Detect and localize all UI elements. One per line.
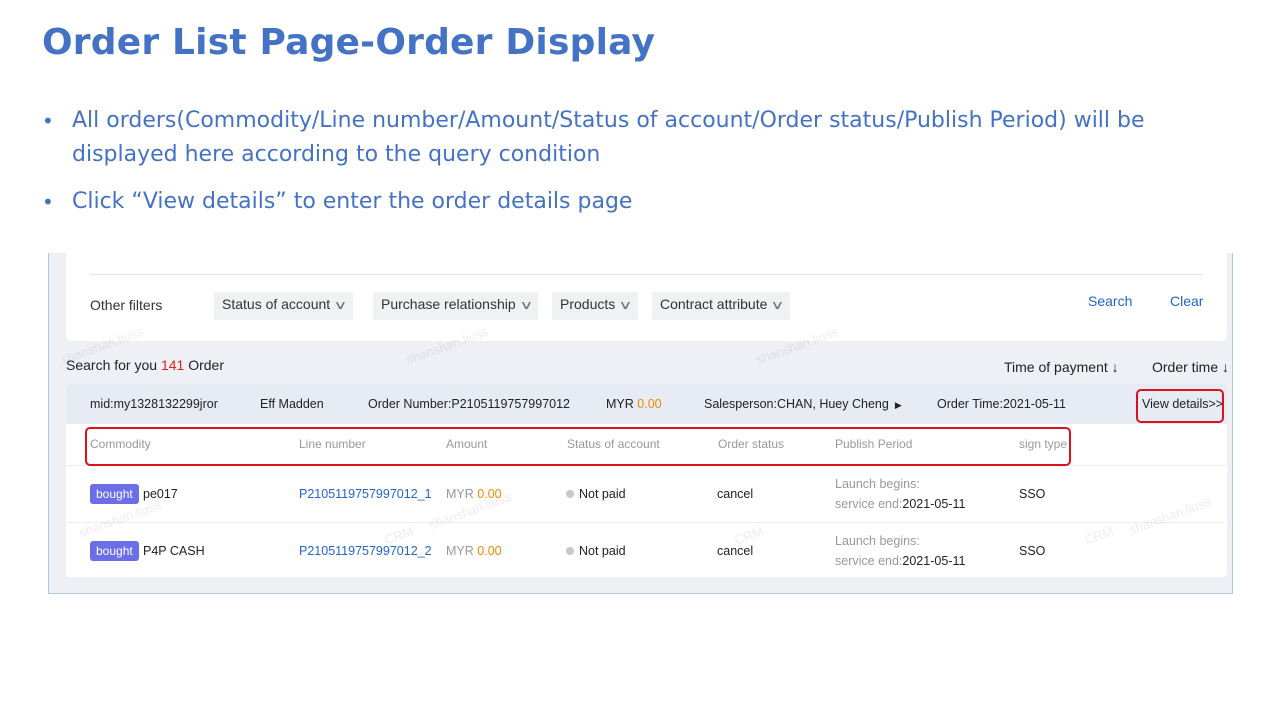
other-filters-label: Other filters (90, 297, 163, 313)
account-status: Not paid (566, 487, 626, 501)
bullet-item: • All orders(Commodity/Line number/Amoun… (42, 104, 1242, 172)
line-number-link[interactable]: P2105119757997012_1 (299, 487, 432, 501)
currency: MYR (606, 397, 634, 411)
filter-panel: Other filters Status of account ∨ Purchas… (66, 253, 1227, 341)
result-prefix: Search for you (66, 357, 158, 373)
order-amount: MYR 0.00 (606, 397, 662, 411)
line-amount: MYR 0.00 (446, 544, 502, 558)
publish-period: Launch begins: service end:2021-05-11 (835, 531, 965, 571)
service-end-date: 2021-05-11 (902, 554, 966, 568)
order-list-screenshot: Other filters Status of account ∨ Purchas… (48, 253, 1233, 594)
result-suffix: Order (188, 357, 224, 373)
search-button[interactable]: Search (1088, 293, 1132, 309)
salesperson-text: Salesperson:CHAN, Huey Cheng (704, 397, 889, 411)
sort-by-order-time[interactable]: Order time ↓ (1152, 359, 1229, 375)
result-count: Search for you 141 Order (66, 357, 224, 373)
account-status-text: Not paid (579, 487, 626, 501)
chevron-down-icon: ∨ (770, 298, 785, 312)
status-dot-icon (566, 547, 574, 555)
clear-button[interactable]: Clear (1170, 293, 1203, 309)
order-mid: mid:my1328132299jror (90, 397, 218, 411)
table-row: bought pe017 P2105119757997012_1 MYR 0.0… (66, 466, 1227, 523)
publish-period: Launch begins: service end:2021-05-11 (835, 474, 965, 514)
launch-begins-label: Launch begins: (835, 534, 920, 548)
dropdown-label: Purchase relationship (381, 296, 516, 312)
salesperson[interactable]: Salesperson:CHAN, Huey Cheng ▶ (704, 397, 902, 411)
status-of-account-dropdown[interactable]: Status of account ∨ (214, 292, 353, 320)
order-time: Order Time:2021-05-11 (937, 397, 1066, 411)
bought-badge: bought (90, 484, 139, 504)
account-status: Not paid (566, 544, 626, 558)
order-customer: Eff Madden (260, 397, 324, 411)
table-row: bought P4P CASH P2105119757997012_2 MYR … (66, 523, 1227, 577)
sign-type: SSO (1019, 544, 1046, 558)
order-card: mid:my1328132299jror Eff Madden Order Nu… (66, 384, 1227, 577)
result-count-number: 141 (160, 357, 185, 373)
chevron-down-icon: ∨ (618, 298, 633, 312)
amount-value: 0.00 (637, 397, 662, 411)
launch-begins-label: Launch begins: (835, 477, 920, 491)
service-end-date: 2021-05-11 (902, 497, 966, 511)
amount-value: 0.00 (477, 544, 502, 558)
status-dot-icon (566, 490, 574, 498)
dropdown-label: Status of account (222, 296, 331, 312)
bullet-dot-icon: • (42, 190, 54, 214)
dropdown-label: Products (560, 296, 616, 312)
slide-title: Order List Page-Order Display (42, 22, 656, 63)
amount-value: 0.00 (477, 487, 502, 501)
chevron-down-icon: ∨ (519, 298, 534, 312)
purchase-relationship-dropdown[interactable]: Purchase relationship ∨ (373, 292, 539, 320)
dropdown-label: Contract attribute (660, 296, 768, 312)
service-end-label: service end: (835, 554, 903, 568)
bullet-item: • Click “View details” to enter the orde… (42, 185, 1242, 219)
commodity-name: P4P CASH (143, 544, 205, 558)
caret-right-icon: ▶ (894, 400, 902, 410)
sort-by-payment-time[interactable]: Time of payment ↓ (1004, 359, 1119, 375)
order-status: cancel (717, 487, 754, 501)
account-status-text: Not paid (579, 544, 626, 558)
order-status: cancel (717, 544, 754, 558)
contract-attribute-dropdown[interactable]: Contract attribute ∨ (652, 292, 791, 320)
commodity-name: pe017 (143, 487, 178, 501)
order-header: mid:my1328132299jror Eff Madden Order Nu… (66, 384, 1227, 424)
filter-separator (90, 274, 1203, 275)
currency: MYR (446, 544, 474, 558)
chevron-down-icon: ∨ (333, 298, 348, 312)
currency: MYR (446, 487, 474, 501)
bullet-dot-icon: • (42, 109, 54, 133)
columns-highlight (85, 427, 1071, 466)
bullet-text: Click “View details” to enter the order … (72, 189, 633, 214)
bullet-list: • All orders(Commodity/Line number/Amoun… (42, 104, 1242, 232)
products-dropdown[interactable]: Products ∨ (552, 292, 639, 320)
sign-type: SSO (1019, 487, 1046, 501)
view-details-highlight (1136, 389, 1224, 423)
line-amount: MYR 0.00 (446, 487, 502, 501)
line-number-link[interactable]: P2105119757997012_2 (299, 544, 432, 558)
bullet-text: All orders(Commodity/Line number/Amount/… (72, 108, 1145, 167)
service-end-label: service end: (835, 497, 903, 511)
order-number: Order Number:P2105119757997012 (368, 397, 570, 411)
bought-badge: bought (90, 541, 139, 561)
